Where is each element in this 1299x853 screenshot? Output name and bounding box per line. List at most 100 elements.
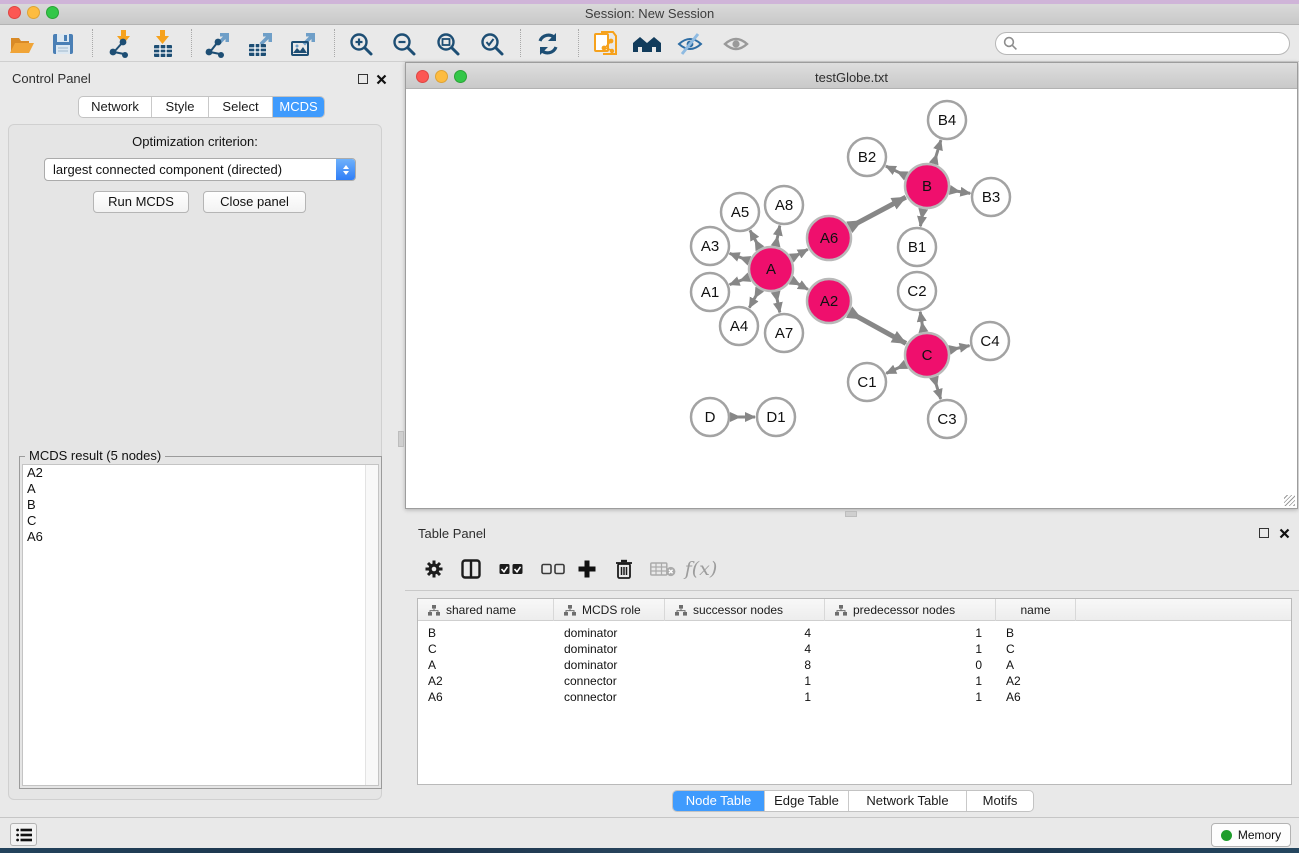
table-row[interactable]: A2connector11A2 (418, 673, 1291, 689)
select-all-button[interactable] (499, 563, 523, 574)
graph-node-B1[interactable]: B1 (898, 228, 936, 266)
graph-edge-A-A5[interactable] (750, 230, 760, 248)
graph-edge-A-A1[interactable] (730, 278, 749, 285)
open-session-button[interactable] (5, 28, 39, 59)
graph-edge-A2-C[interactable] (850, 313, 906, 344)
graph-edge-A-A2[interactable] (792, 281, 808, 290)
import-table-button[interactable] (146, 28, 180, 59)
column-header-shared-name[interactable]: shared name (418, 599, 554, 621)
graph-node-C2[interactable]: C2 (898, 272, 936, 310)
graph-edge-A-A7[interactable] (776, 293, 780, 313)
graph-edge-A-A4[interactable] (749, 290, 759, 308)
refresh-view-button[interactable] (531, 28, 565, 59)
export-table-button[interactable] (244, 28, 278, 59)
import-network-button[interactable] (103, 28, 137, 59)
tab-style[interactable]: Style (152, 97, 209, 117)
delete-table-button[interactable] (650, 561, 676, 577)
graph-edge-A6-B[interactable] (850, 197, 906, 227)
deselect-all-button[interactable] (541, 563, 565, 574)
graph-node-C4[interactable]: C4 (971, 322, 1009, 360)
graph-node-A5[interactable]: A5 (721, 193, 759, 231)
graph-node-B3[interactable]: B3 (972, 178, 1010, 216)
table-row[interactable]: A6connector11A6 (418, 689, 1291, 705)
graph-node-A3[interactable]: A3 (691, 227, 729, 265)
tab-network[interactable]: Network (79, 97, 152, 117)
graph-edge-C-C1[interactable] (886, 365, 905, 374)
add-column-button[interactable] (579, 560, 596, 577)
graph-node-D1[interactable]: D1 (757, 398, 795, 436)
float-panel-button[interactable] (358, 74, 368, 84)
mcds-result-item[interactable]: A6 (23, 529, 378, 545)
tab-select[interactable]: Select (209, 97, 273, 117)
zoom-fit-button[interactable] (431, 28, 465, 59)
graph-edge-B-B3[interactable] (951, 190, 971, 193)
tab-node-table[interactable]: Node Table (673, 791, 765, 811)
graph-node-A4[interactable]: A4 (720, 307, 758, 345)
close-panel-icon[interactable] (376, 74, 387, 85)
graph-edge-A-A8[interactable] (776, 226, 780, 246)
mcds-result-item[interactable]: A (23, 481, 378, 497)
table-row[interactable]: Adominator80A (418, 657, 1291, 673)
table-row[interactable]: Cdominator41C (418, 641, 1291, 657)
run-mcds-button[interactable]: Run MCDS (93, 191, 189, 213)
graph-edge-B-B2[interactable] (886, 166, 906, 176)
graph-edge-B-B4[interactable] (934, 140, 941, 163)
vertical-splitter-handle[interactable] (398, 431, 404, 447)
task-history-button[interactable] (10, 823, 37, 846)
graph-edge-B-B1[interactable] (920, 210, 923, 227)
table-row[interactable]: Bdominator41B (418, 625, 1291, 641)
window-resize-grip[interactable] (1284, 495, 1295, 506)
graph-edge-A-A6[interactable] (792, 249, 808, 257)
graph-edge-C-C4[interactable] (950, 346, 969, 350)
search-input[interactable] (1022, 35, 1289, 53)
graph-node-D[interactable]: D (691, 398, 729, 436)
graph-edge-C-C2[interactable] (920, 312, 923, 332)
graph-node-C1[interactable]: C1 (848, 363, 886, 401)
zoom-in-button[interactable] (344, 28, 378, 59)
column-header-name[interactable]: name (996, 599, 1076, 621)
mcds-result-item[interactable]: C (23, 513, 378, 529)
criterion-dropdown[interactable]: largest connected component (directed) (44, 158, 356, 181)
delete-column-button[interactable] (616, 559, 633, 579)
table-float-button[interactable] (1259, 528, 1269, 538)
search-box[interactable] (995, 32, 1290, 55)
memory-button[interactable]: Memory (1211, 823, 1291, 847)
tab-network-table[interactable]: Network Table (849, 791, 967, 811)
tab-motifs[interactable]: Motifs (967, 791, 1033, 811)
graph-node-A7[interactable]: A7 (765, 314, 803, 352)
graph-node-B4[interactable]: B4 (928, 101, 966, 139)
show-all-button[interactable] (719, 28, 753, 59)
graph-node-A6[interactable]: A6 (807, 216, 851, 260)
horizontal-splitter-handle[interactable] (845, 511, 857, 517)
column-header-successor-nodes[interactable]: successor nodes (665, 599, 825, 621)
new-network-from-selection-button[interactable] (588, 28, 622, 59)
graph-node-B2[interactable]: B2 (848, 138, 886, 176)
graph-node-C3[interactable]: C3 (928, 400, 966, 438)
close-panel-button[interactable]: Close panel (203, 191, 306, 213)
graph-edge-A-A3[interactable] (730, 253, 749, 260)
graph-edge-C-C3[interactable] (934, 378, 941, 399)
tab-edge-table[interactable]: Edge Table (765, 791, 849, 811)
mcds-result-scrollbar[interactable] (365, 465, 378, 785)
function-builder-button[interactable]: f(x) (685, 558, 718, 580)
column-header-MCDS-role[interactable]: MCDS role (554, 599, 665, 621)
graph-node-A1[interactable]: A1 (691, 273, 729, 311)
graph-node-A8[interactable]: A8 (765, 186, 803, 224)
first-neighbors-button[interactable] (630, 28, 664, 59)
graph-node-C[interactable]: C (905, 333, 949, 377)
mcds-result-item[interactable]: A2 (23, 465, 378, 481)
hide-selected-button[interactable] (673, 28, 707, 59)
zoom-selected-button[interactable] (475, 28, 509, 59)
table-close-icon[interactable] (1279, 528, 1290, 539)
show-columns-button[interactable] (461, 559, 481, 579)
export-network-button[interactable] (201, 28, 235, 59)
column-header-predecessor-nodes[interactable]: predecessor nodes (825, 599, 996, 621)
network-window-titlebar[interactable]: testGlobe.txt (406, 63, 1297, 89)
zoom-out-button[interactable] (387, 28, 421, 59)
mcds-result-item[interactable]: B (23, 497, 378, 513)
export-image-button[interactable] (287, 28, 321, 59)
mcds-result-list[interactable]: A2ABCA6 (22, 464, 379, 786)
save-session-button[interactable] (46, 28, 80, 59)
tab-mcds[interactable]: MCDS (273, 97, 324, 117)
graph-node-B[interactable]: B (905, 164, 949, 208)
